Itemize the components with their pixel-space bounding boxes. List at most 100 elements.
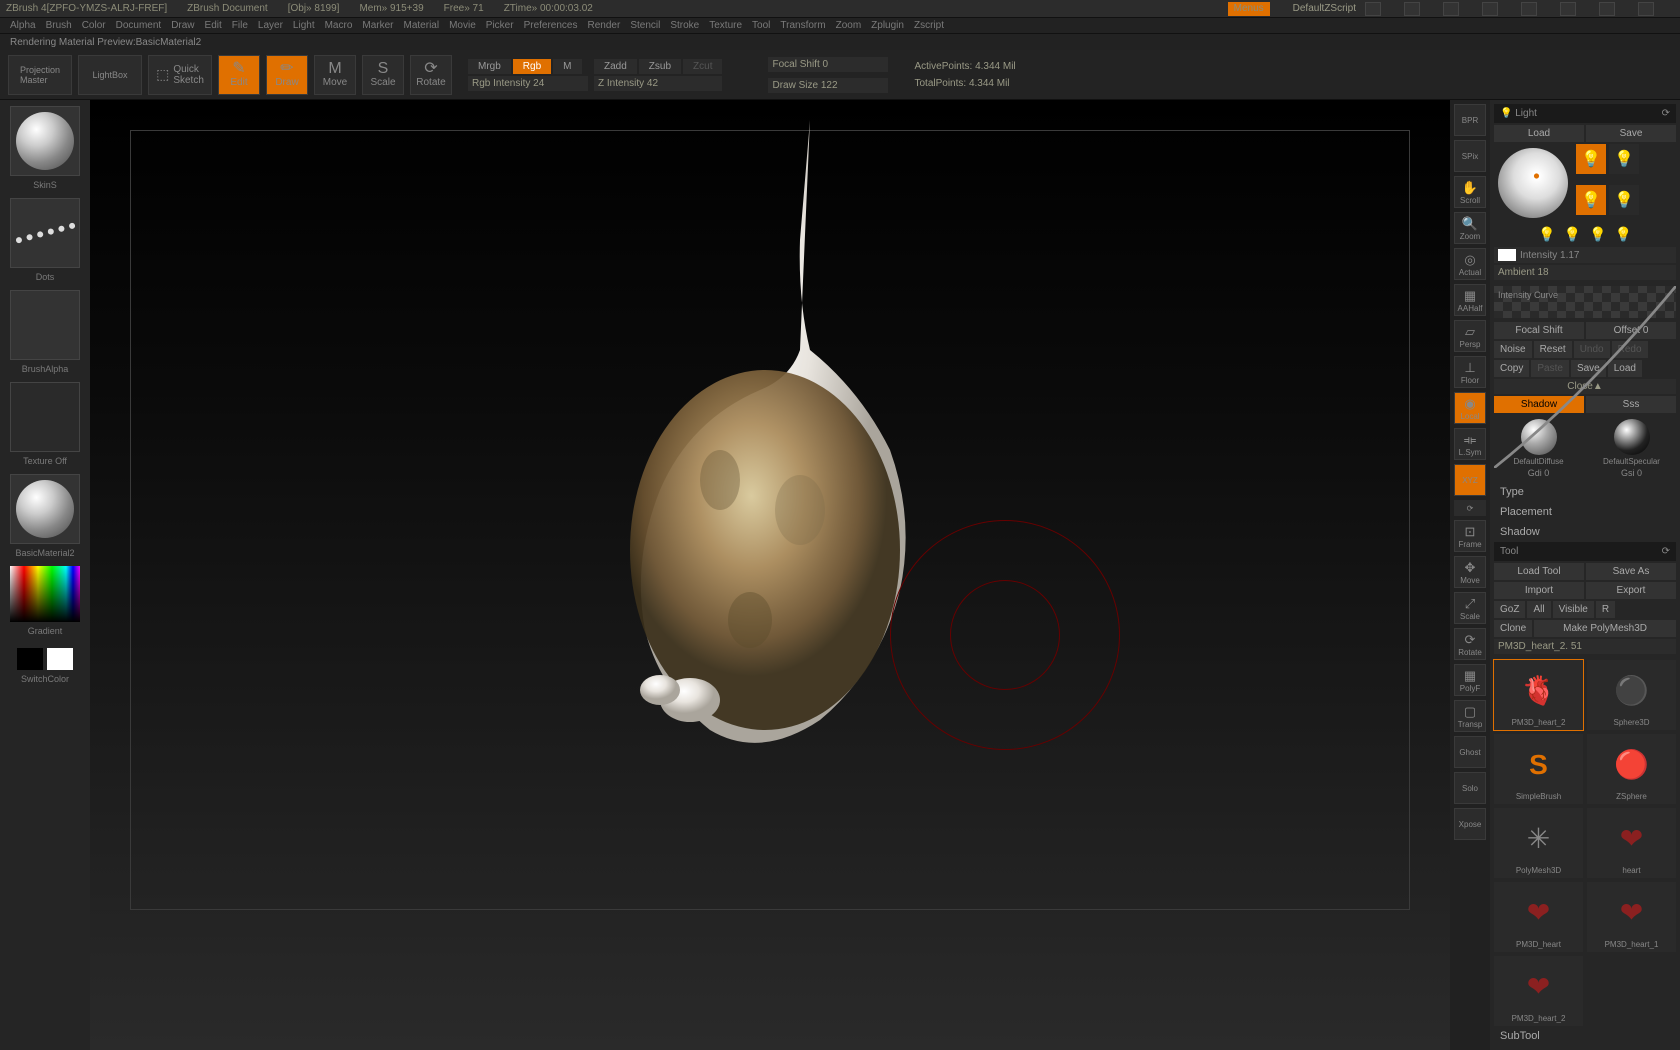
ghost-button[interactable]: Ghost <box>1454 736 1486 768</box>
ambient-field[interactable]: Ambient 18 <box>1494 265 1676 280</box>
layout-icon-3[interactable] <box>1482 2 1498 16</box>
mrgb-button[interactable]: Mrgb <box>468 59 511 74</box>
menu-document[interactable]: Document <box>116 20 162 31</box>
tool-item[interactable]: ❤heart <box>1587 808 1676 878</box>
actual-button[interactable]: ◎Actual <box>1454 248 1486 280</box>
tool-item[interactable]: ✳PolyMesh3D <box>1494 808 1583 878</box>
scale-mode-button[interactable]: SScale <box>362 55 404 95</box>
shadow-section[interactable]: Shadow <box>1494 522 1676 542</box>
fg-bg-swatches[interactable] <box>17 648 73 670</box>
xpose-button[interactable]: Xpose <box>1454 808 1486 840</box>
menu-macro[interactable]: Macro <box>325 20 353 31</box>
stroke-swatch[interactable] <box>10 198 80 268</box>
import-button[interactable]: Import <box>1494 582 1584 599</box>
quick-sketch-button[interactable]: ⬚Quick Sketch <box>148 55 212 95</box>
zsub-button[interactable]: Zsub <box>639 59 681 74</box>
tool-item[interactable]: ❤PM3D_heart_2 <box>1494 956 1583 1026</box>
mini-bulb-icon[interactable]: 💡 <box>1564 226 1581 243</box>
wave-icon[interactable] <box>1365 2 1381 16</box>
light-4-toggle[interactable]: 💡 <box>1609 185 1639 215</box>
menu-transform[interactable]: Transform <box>780 20 825 31</box>
menu-tool[interactable]: Tool <box>752 20 770 31</box>
collapse-icon[interactable]: ⟳ <box>1662 546 1670 557</box>
light-load-button[interactable]: Load <box>1494 125 1584 142</box>
solo-button[interactable]: Solo <box>1454 772 1486 804</box>
draw-mode-button[interactable]: ✏Draw <box>266 55 308 95</box>
move-button[interactable]: ✥Move <box>1454 556 1486 588</box>
zadd-button[interactable]: Zadd <box>594 59 637 74</box>
menu-stencil[interactable]: Stencil <box>630 20 660 31</box>
canvas[interactable] <box>90 100 1450 1050</box>
tool-item[interactable]: SSimpleBrush <box>1494 734 1583 804</box>
xyz-button[interactable]: XYZ <box>1454 464 1486 496</box>
goz-button[interactable]: GoZ <box>1494 601 1525 618</box>
tool-panel-header[interactable]: Tool⟳ <box>1494 542 1676 561</box>
light-1-toggle[interactable]: 💡 <box>1576 144 1606 174</box>
move-mode-button[interactable]: MMove <box>314 55 356 95</box>
spix-button[interactable]: SPix <box>1454 140 1486 172</box>
zoom-button[interactable]: 🔍Zoom <box>1454 212 1486 244</box>
z-intensity-slider[interactable]: Z Intensity 42 <box>594 76 722 91</box>
export-button[interactable]: Export <box>1586 582 1676 599</box>
placement-section[interactable]: Placement <box>1494 502 1676 522</box>
collapse-icon[interactable]: ⟳ <box>1662 108 1670 119</box>
menu-marker[interactable]: Marker <box>362 20 393 31</box>
local-button[interactable]: ◉Local <box>1454 392 1486 424</box>
light-save-button[interactable]: Save <box>1586 125 1676 142</box>
menu-light[interactable]: Light <box>293 20 315 31</box>
make-polymesh-button[interactable]: Make PolyMesh3D <box>1534 620 1676 637</box>
polyf-button[interactable]: ▦PolyF <box>1454 664 1486 696</box>
tool-item[interactable]: ❤PM3D_heart <box>1494 882 1583 952</box>
projection-master-button[interactable]: Projection Master <box>8 55 72 95</box>
menu-file[interactable]: File <box>232 20 248 31</box>
rgb-intensity-slider[interactable]: Rgb Intensity 24 <box>468 76 588 91</box>
type-section[interactable]: Type <box>1494 482 1676 502</box>
menu-material[interactable]: Material <box>404 20 440 31</box>
menu-draw[interactable]: Draw <box>171 20 194 31</box>
brush-swatch[interactable] <box>10 106 80 176</box>
aahalf-button[interactable]: ▦AAHalf <box>1454 284 1486 316</box>
menu-zplugin[interactable]: Zplugin <box>871 20 904 31</box>
tool-item[interactable]: 🔴ZSphere <box>1587 734 1676 804</box>
maximize-icon[interactable] <box>1599 2 1615 16</box>
rotate-mode-button[interactable]: ⟳Rotate <box>410 55 452 95</box>
menu-render[interactable]: Render <box>588 20 621 31</box>
alpha-swatch[interactable] <box>10 290 80 360</box>
scale-button[interactable]: ⤢Scale <box>1454 592 1486 624</box>
default-zscript[interactable]: DefaultZScript <box>1293 3 1356 14</box>
menu-zoom[interactable]: Zoom <box>836 20 862 31</box>
menu-texture[interactable]: Texture <box>709 20 742 31</box>
menu-zscript[interactable]: Zscript <box>914 20 944 31</box>
close-icon[interactable] <box>1638 2 1654 16</box>
floor-button[interactable]: ⊥Floor <box>1454 356 1486 388</box>
menu-brush[interactable]: Brush <box>46 20 72 31</box>
layout-icon-2[interactable] <box>1443 2 1459 16</box>
zcut-button[interactable]: Zcut <box>683 59 722 74</box>
menu-stroke[interactable]: Stroke <box>670 20 699 31</box>
menu-edit[interactable]: Edit <box>205 20 222 31</box>
mini-bulb-icon[interactable]: 💡 <box>1589 226 1606 243</box>
bpr-button[interactable]: BPR <box>1454 104 1486 136</box>
edit-mode-button[interactable]: ✎Edit <box>218 55 260 95</box>
intensity-field[interactable]: Intensity 1.17 <box>1494 247 1676 263</box>
subtool-section[interactable]: SubTool <box>1494 1026 1676 1046</box>
mini-bulb-icon[interactable]: 💡 <box>1614 226 1631 243</box>
menus-button[interactable]: Menus <box>1228 2 1270 16</box>
lsym-button[interactable]: ⟚L.Sym <box>1454 428 1486 460</box>
menu-alpha[interactable]: Alpha <box>10 20 36 31</box>
layout-icon-1[interactable] <box>1404 2 1420 16</box>
draw-size-slider[interactable]: Draw Size 122 <box>768 78 888 93</box>
rgb-button[interactable]: Rgb <box>513 59 551 74</box>
light-sphere[interactable] <box>1498 148 1568 218</box>
light-panel-header[interactable]: 💡 Light⟳ <box>1494 104 1676 123</box>
color-picker[interactable] <box>10 566 80 622</box>
intensity-curve[interactable]: Intensity Curve <box>1494 286 1676 318</box>
all-button[interactable]: All <box>1527 601 1550 618</box>
menu-picker[interactable]: Picker <box>486 20 514 31</box>
minimize-icon[interactable] <box>1560 2 1576 16</box>
mini-bulb-icon[interactable]: 💡 <box>1538 226 1555 243</box>
persp-button[interactable]: ▱Persp <box>1454 320 1486 352</box>
scroll-button[interactable]: ✋Scroll <box>1454 176 1486 208</box>
rotate-button[interactable]: ⟳Rotate <box>1454 628 1486 660</box>
menu-layer[interactable]: Layer <box>258 20 283 31</box>
